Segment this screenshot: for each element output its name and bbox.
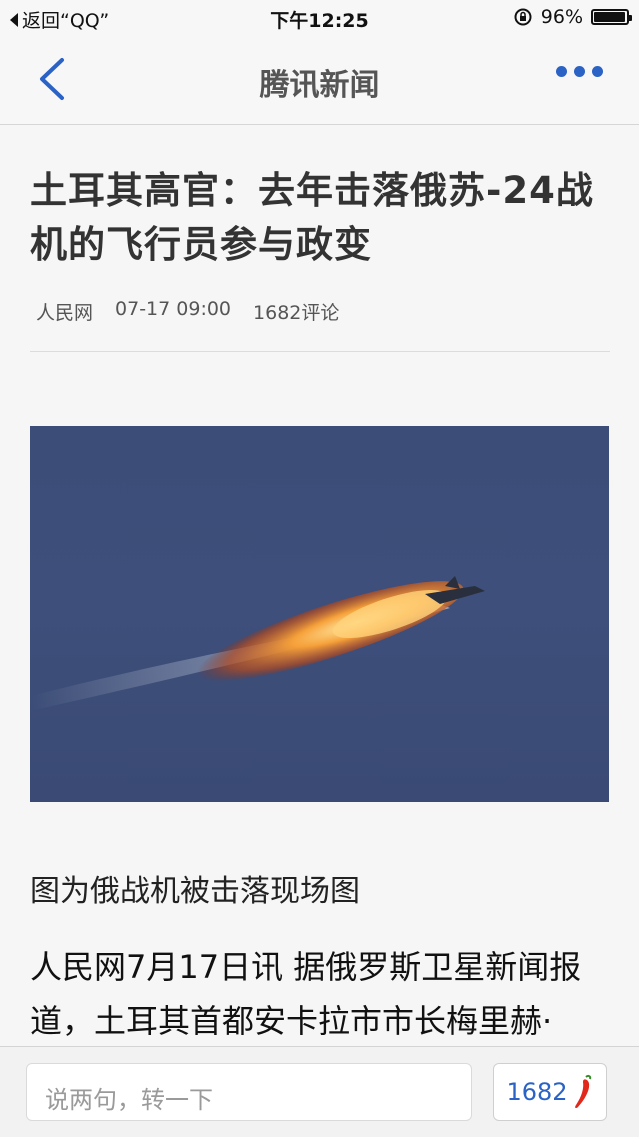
- burning-jet-image: [30, 576, 485, 711]
- article: 土耳其高官：去年击落俄苏-24战机的飞行员参与政变 人民网 07-17 09:0…: [30, 124, 610, 1050]
- battery-icon: [591, 9, 632, 25]
- battery-percent: 96%: [540, 6, 583, 28]
- more-button[interactable]: [556, 66, 603, 77]
- article-body: 人民网7月17日讯 据俄罗斯卫星新闻报道，土耳其首都安卡拉市市长梅里赫·: [30, 948, 582, 1040]
- nav-bar: 腾讯新闻: [0, 36, 639, 125]
- more-dot-icon: [574, 66, 585, 77]
- comment-input[interactable]: 说两句，转一下: [26, 1063, 472, 1121]
- more-dot-icon: [556, 66, 567, 77]
- article-datetime: 07-17 09:00: [115, 298, 232, 320]
- article-headline: 土耳其高官：去年击落俄苏-24战机的飞行员参与政变: [30, 169, 594, 266]
- chili-pepper-icon: [574, 1074, 591, 1109]
- article-source[interactable]: 人民网: [36, 298, 93, 325]
- bottom-bar: 说两句，转一下 1682: [0, 1046, 639, 1137]
- photo-caption: 图为俄战机被击落现场图: [30, 874, 360, 909]
- more-dot-icon: [592, 66, 603, 77]
- article-comment-count[interactable]: 1682评论: [253, 298, 339, 325]
- orientation-lock-icon: [514, 8, 532, 26]
- comment-count-button[interactable]: 1682: [493, 1063, 607, 1121]
- nav-title: 腾讯新闻: [259, 68, 380, 103]
- divider: [30, 351, 610, 352]
- status-bar: 返回“QQ” 下午12:25 96%: [0, 0, 639, 36]
- comment-count-number: 1682: [506, 1078, 568, 1106]
- article-meta: 人民网 07-17 09:00 1682评论: [30, 298, 610, 325]
- article-photo[interactable]: [30, 426, 609, 802]
